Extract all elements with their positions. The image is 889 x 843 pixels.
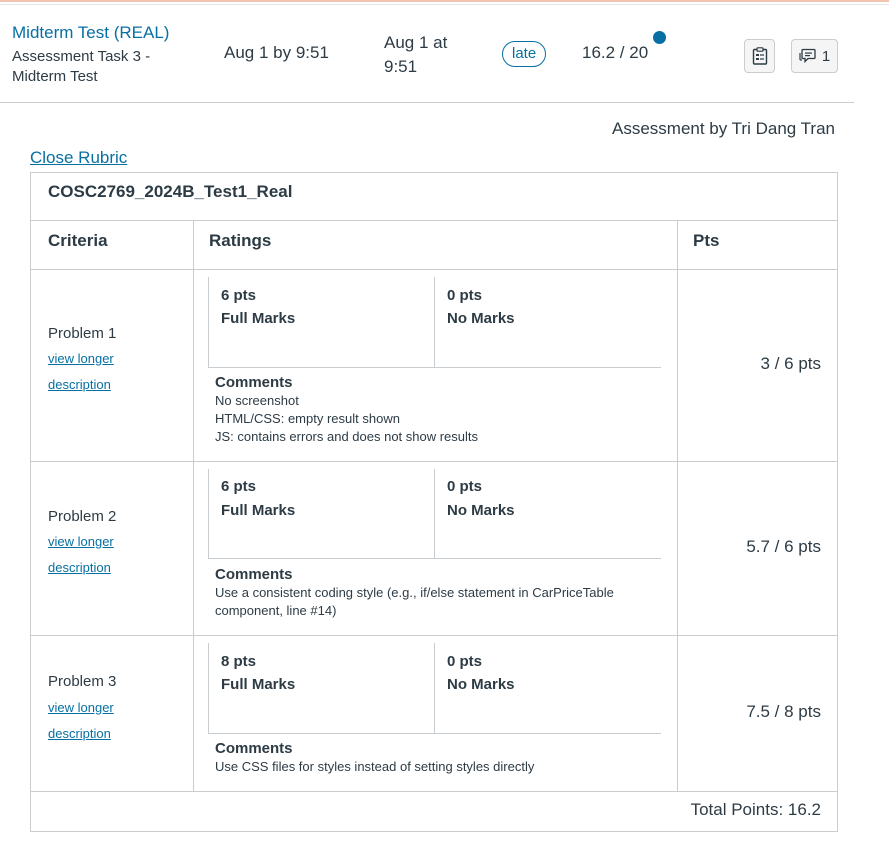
rating-divider (434, 277, 435, 368)
view-longer-line1: view longer (48, 534, 114, 549)
due-date: Aug 1 by 9:51 (224, 43, 329, 62)
header-criteria: Criteria (48, 231, 108, 250)
rating-description: Full Marks (221, 676, 296, 693)
unread-dot-icon (653, 31, 666, 44)
rating-points: 0 pts (447, 478, 483, 495)
header-divider (31, 220, 837, 221)
criterion-name: Problem 1 (48, 325, 117, 342)
view-longer-line2: description (48, 726, 111, 741)
pts-column-divider (677, 220, 678, 791)
rating-points: 6 pts (221, 478, 257, 495)
rubric-title: COSC2769_2024B_Test1_Real (48, 182, 293, 201)
header-ratings: Ratings (209, 231, 272, 250)
rating-box-left (208, 643, 209, 734)
submitted-date: Aug 1 at 9:51 (384, 31, 474, 79)
ratings-bottom-line (208, 558, 661, 559)
view-longer-line2: description (48, 560, 111, 575)
ratings-bottom-line (208, 733, 661, 734)
submitted-date-line2: 9:51 (384, 57, 418, 76)
view-longer-description-link[interactable]: view longer description (48, 695, 114, 747)
comment-text: JS: contains errors and does not show re… (215, 429, 479, 444)
row-divider (31, 635, 837, 636)
criterion-name: Problem 3 (48, 673, 117, 690)
submitted-date-line1: Aug 1 at (384, 33, 448, 52)
criterion-points: 7.5 / 8 pts (746, 702, 821, 721)
comment-bubble-icon (799, 48, 816, 64)
rating-box-left (208, 469, 209, 559)
header-pts: Pts (693, 231, 720, 250)
total-points: Total Points: 16.2 (690, 800, 821, 819)
assignment-group: Assessment Task 3 - Midterm Test (12, 47, 172, 87)
rating-points: 0 pts (447, 287, 483, 304)
criterion-name: Problem 2 (48, 508, 117, 525)
score: 16.2 / 20 (582, 43, 649, 62)
header-bottom-divider (31, 269, 837, 270)
criterion-points: 5.7 / 6 pts (746, 537, 821, 556)
row-divider (31, 791, 837, 792)
rating-points: 6 pts (221, 287, 257, 304)
assignment-group-line1: Assessment Task 3 - (12, 48, 151, 65)
comments-button[interactable]: 1 (791, 39, 838, 73)
view-longer-line2: description (48, 377, 111, 392)
criteria-column-divider (193, 220, 194, 791)
comment-count: 1 (821, 47, 831, 65)
comment-text: No screenshot (215, 393, 299, 408)
comment-text: HTML/CSS: empty result shown (215, 411, 400, 426)
rating-description: No Marks (447, 676, 515, 693)
assignment-title-link[interactable]: Midterm Test (REAL) (12, 23, 169, 43)
rating-description: Full Marks (221, 310, 296, 327)
rating-description: No Marks (447, 502, 515, 519)
late-status-badge: late (502, 41, 547, 67)
view-longer-description-link[interactable]: view longer description (48, 346, 114, 398)
assignment-row: Midterm Test (REAL) Assessment Task 3 - … (0, 5, 854, 103)
assignment-group-line2: Midterm Test (12, 68, 98, 85)
rubric-button[interactable] (744, 39, 775, 73)
comment-text: Use a consistent coding style (e.g., if/… (215, 585, 614, 600)
rating-points: 0 pts (447, 653, 483, 670)
rating-description: Full Marks (221, 502, 296, 519)
criterion-points: 3 / 6 pts (760, 354, 821, 373)
comments-label: Comments (215, 740, 293, 757)
rating-points: 8 pts (221, 653, 257, 670)
comment-text: component, line #14) (215, 603, 337, 618)
rating-description: No Marks (447, 310, 515, 327)
rubric-table: COSC2769_2024B_Test1_Real Criteria Ratin… (30, 172, 838, 832)
rating-box-left (208, 277, 209, 368)
rating-divider (434, 469, 435, 559)
view-longer-line1: view longer (48, 700, 114, 715)
comments-label: Comments (215, 566, 293, 583)
comment-text: Use CSS files for styles instead of sett… (215, 759, 535, 774)
assessor-label: Assessment by Tri Dang Tran (612, 119, 835, 138)
close-rubric-link[interactable]: Close Rubric (30, 148, 127, 168)
view-longer-line1: view longer (48, 351, 114, 366)
rating-divider (434, 643, 435, 734)
ratings-bottom-line (208, 367, 661, 368)
rubric-icon (752, 47, 767, 65)
top-accent-line (0, 0, 889, 2)
comments-label: Comments (215, 374, 293, 391)
row-divider (31, 461, 837, 462)
view-longer-description-link[interactable]: view longer description (48, 529, 114, 581)
